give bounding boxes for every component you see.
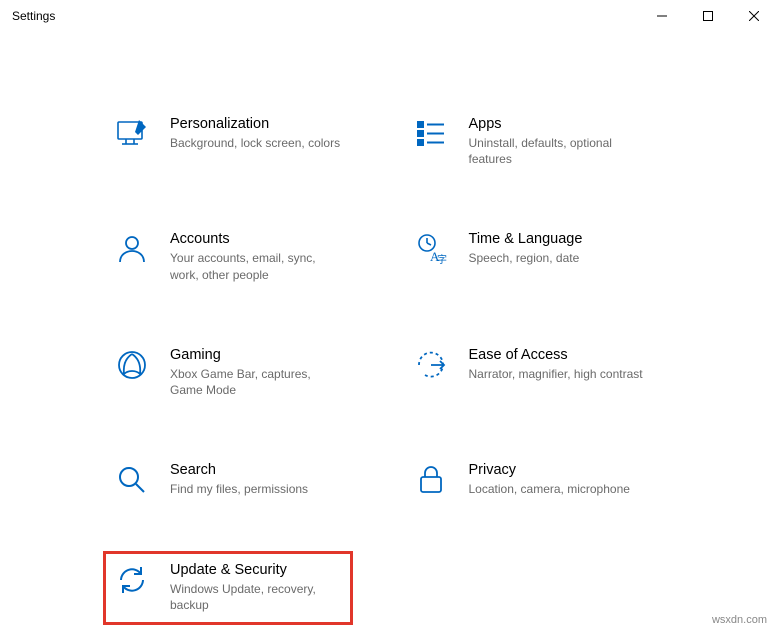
maximize-button[interactable] xyxy=(685,0,731,32)
close-button[interactable] xyxy=(731,0,777,32)
category-text: Time & Language Speech, region, date xyxy=(469,231,674,266)
category-desc: Windows Update, recovery, backup xyxy=(170,581,342,613)
window-title: Settings xyxy=(12,9,55,23)
category-desc: Your accounts, email, sync, work, other … xyxy=(170,250,345,282)
category-time-language[interactable]: A 字 Time & Language Speech, region, date xyxy=(409,227,678,286)
category-desc: Speech, region, date xyxy=(469,250,644,266)
maximize-icon xyxy=(703,11,713,21)
accounts-icon xyxy=(114,231,150,267)
category-privacy[interactable]: Privacy Location, camera, microphone xyxy=(409,458,678,502)
category-title: Privacy xyxy=(469,462,674,478)
category-search[interactable]: Search Find my files, permissions xyxy=(110,458,379,502)
category-desc: Narrator, magnifier, high contrast xyxy=(469,366,644,382)
category-desc: Xbox Game Bar, captures, Game Mode xyxy=(170,366,345,398)
settings-content: Personalization Background, lock screen,… xyxy=(0,32,777,618)
close-icon xyxy=(749,11,759,21)
category-accounts[interactable]: Accounts Your accounts, email, sync, wor… xyxy=(110,227,379,286)
category-text: Accounts Your accounts, email, sync, wor… xyxy=(170,231,375,282)
apps-icon xyxy=(413,116,449,152)
category-grid: Personalization Background, lock screen,… xyxy=(110,112,677,618)
category-desc: Uninstall, defaults, optional features xyxy=(469,135,644,167)
category-text: Update & Security Windows Update, recove… xyxy=(170,562,342,613)
category-update-security[interactable]: Update & Security Windows Update, recove… xyxy=(103,551,353,624)
privacy-icon xyxy=(413,462,449,498)
category-text: Search Find my files, permissions xyxy=(170,462,375,497)
category-apps[interactable]: Apps Uninstall, defaults, optional featu… xyxy=(409,112,678,171)
minimize-button[interactable] xyxy=(639,0,685,32)
category-title: Apps xyxy=(469,116,674,132)
gaming-icon xyxy=(114,347,150,383)
update-security-icon xyxy=(114,562,150,598)
category-text: Gaming Xbox Game Bar, captures, Game Mod… xyxy=(170,347,375,398)
category-text: Privacy Location, camera, microphone xyxy=(469,462,674,497)
category-text: Ease of Access Narrator, magnifier, high… xyxy=(469,347,674,382)
svg-text:字: 字 xyxy=(437,253,447,266)
category-title: Search xyxy=(170,462,375,478)
minimize-icon xyxy=(657,11,667,21)
category-title: Personalization xyxy=(170,116,375,132)
time-language-icon: A 字 xyxy=(413,231,449,267)
category-personalization[interactable]: Personalization Background, lock screen,… xyxy=(110,112,379,171)
watermark: wsxdn.com xyxy=(712,614,767,626)
category-title: Update & Security xyxy=(170,562,342,578)
category-desc: Find my files, permissions xyxy=(170,481,345,497)
category-desc: Background, lock screen, colors xyxy=(170,135,345,151)
category-title: Gaming xyxy=(170,347,375,363)
category-ease-of-access[interactable]: Ease of Access Narrator, magnifier, high… xyxy=(409,343,678,402)
category-text: Apps Uninstall, defaults, optional featu… xyxy=(469,116,674,167)
category-title: Time & Language xyxy=(469,231,674,247)
ease-of-access-icon xyxy=(413,347,449,383)
category-gaming[interactable]: Gaming Xbox Game Bar, captures, Game Mod… xyxy=(110,343,379,402)
titlebar: Settings xyxy=(0,0,777,32)
category-desc: Location, camera, microphone xyxy=(469,481,644,497)
window-controls xyxy=(639,0,777,32)
category-title: Ease of Access xyxy=(469,347,674,363)
search-icon xyxy=(114,462,150,498)
category-text: Personalization Background, lock screen,… xyxy=(170,116,375,151)
personalization-icon xyxy=(114,116,150,152)
category-title: Accounts xyxy=(170,231,375,247)
